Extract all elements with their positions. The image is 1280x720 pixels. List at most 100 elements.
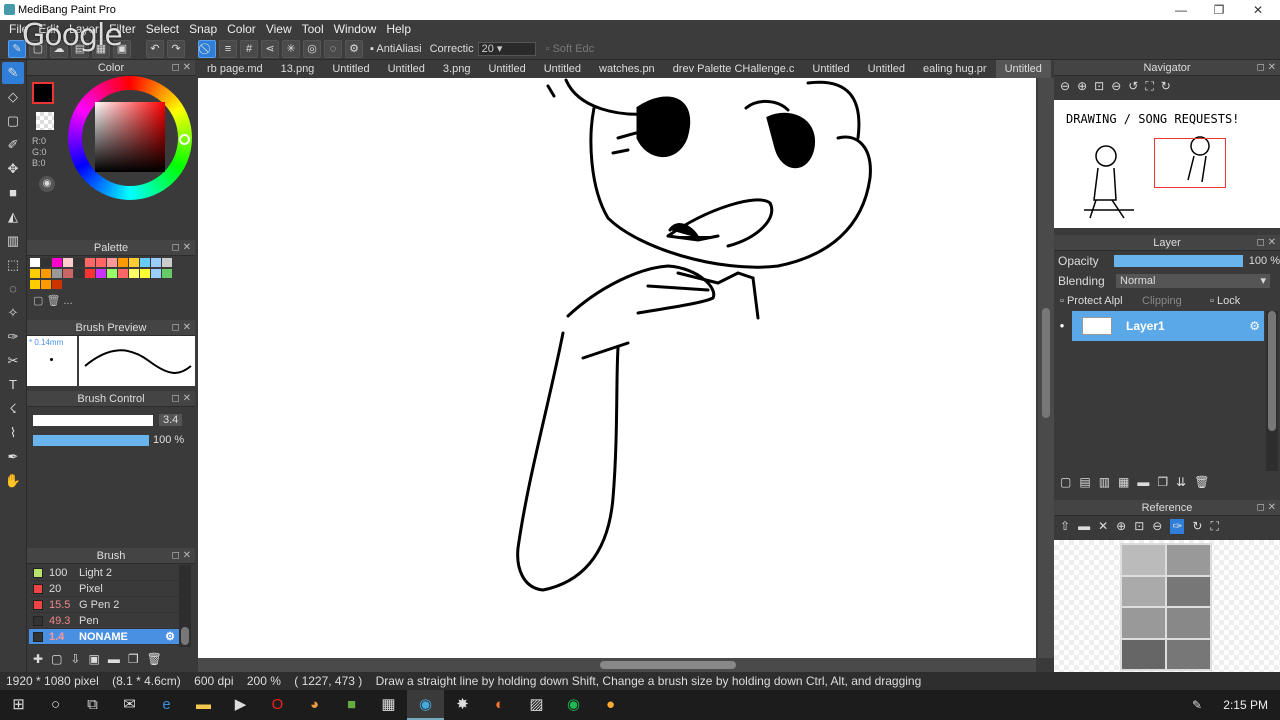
rotate-right-icon[interactable]: ↻ [1161,79,1171,94]
brush-opacity-value[interactable]: 100 % [153,434,184,446]
brush-item-pixel[interactable]: 20 Pixel [29,581,179,597]
calculator-icon[interactable]: ▦ [370,690,407,720]
tab-document[interactable]: rb page.md [198,60,272,78]
snap-grid-icon[interactable]: # [240,39,258,58]
text-tool-icon[interactable]: T [2,374,24,396]
soft-edge-checkbox[interactable]: ▫ Soft Edc [546,43,595,55]
opera-icon[interactable]: O [259,690,296,720]
tab-document-active[interactable]: Untitled [995,60,1051,78]
layer-list-scrollbar[interactable] [1266,311,1278,471]
saturation-square[interactable] [95,102,165,172]
navigator-viewport-box[interactable] [1154,138,1226,188]
minecraft-icon[interactable]: ■ [333,690,370,720]
menu-snap[interactable]: Snap [184,22,222,36]
tab-document[interactable]: Untitled [859,60,914,78]
drawing-canvas[interactable] [198,78,1036,658]
snap-parallel-icon[interactable]: ≡ [219,39,237,58]
secondary-color-swatch[interactable] [36,112,54,130]
tab-document[interactable]: 3.png [434,60,480,78]
brush-item-g-pen-2[interactable]: 15.5 G Pen 2 [29,597,179,613]
menu-help[interactable]: Help [381,22,416,36]
reference-zoom-in-icon[interactable]: ⊕ [1116,519,1126,534]
tab-document[interactable]: Untitled [535,60,590,78]
select-tool-icon[interactable]: ⬚ [2,254,24,276]
maximize-button[interactable]: ❐ [1199,0,1239,20]
canvas-horizontal-scrollbar[interactable] [198,658,1036,672]
panel-close-icon[interactable]: ◻ ✕ [172,391,191,407]
snap-curve-icon[interactable]: ◌ [324,39,342,58]
move-tool-icon[interactable]: ✥ [2,158,24,180]
brush-size-slider[interactable] [33,414,153,426]
reference-zoom-out-icon[interactable]: ⊖ [1152,519,1162,534]
brush-item-light-2[interactable]: 100 Light 2 [29,565,179,581]
copy-brush-icon[interactable]: ▢ [51,652,70,666]
fit-icon[interactable]: ⊡ [1094,79,1104,94]
panel-close-icon[interactable]: ◻ ✕ [172,240,191,256]
menu-view[interactable]: View [261,22,297,36]
snap-settings-icon[interactable]: ⚙ [345,39,363,58]
chrome-icon[interactable]: ◕ [296,690,333,720]
mail-icon[interactable]: ✉ [111,690,148,720]
snap-off-icon[interactable]: ⃠ [198,39,216,58]
snap-circle-icon[interactable]: ◎ [303,39,321,58]
correction-select[interactable]: 20 ▾ [477,41,536,56]
reference-fullscreen-icon[interactable]: ⛶ [1210,519,1218,534]
merge-down-icon[interactable]: ⇊ [1176,475,1194,489]
antialias-checkbox[interactable]: ▪ AntiAliasi [370,43,422,55]
horizontal-scroll-thumb[interactable] [600,661,736,669]
rotate-left-icon[interactable]: ↺ [1128,79,1138,94]
brush-size-value[interactable]: 3.4 [159,414,183,426]
fill-rect-tool-icon[interactable]: ■ [2,182,24,204]
brush-settings-icon[interactable]: ⚙ [165,630,175,643]
panel-close-icon[interactable]: ◻ ✕ [172,548,191,564]
brush-opacity-slider[interactable] [33,434,149,446]
close-button[interactable]: ✕ [1238,0,1278,20]
snap-radial-icon[interactable]: ✳ [282,39,300,58]
media-player-icon[interactable]: ▶ [222,690,259,720]
reference-eyedropper-icon[interactable]: ✑ [1170,519,1185,534]
new-layer-icon[interactable]: ▢ [1060,475,1079,489]
layer-folder-icon[interactable]: ▬ [1137,475,1157,489]
reference-folder-icon[interactable]: ▬ [1078,519,1090,534]
tab-document[interactable]: drev Palette CHallenge.c [664,60,804,78]
blending-select[interactable]: Normal ▾ [1116,274,1270,288]
panel-close-icon[interactable]: ◻ ✕ [1257,60,1276,76]
vertical-scroll-thumb[interactable] [1042,308,1050,418]
windows-start-icon[interactable]: ⊞ [0,690,37,720]
add-swatch-icon[interactable]: ▢ [33,295,43,307]
brush-import-icon[interactable]: ⇩ [70,652,88,666]
edge-browser-icon[interactable]: e [148,690,185,720]
navigator-preview[interactable]: DRAWING / SONG REQUESTS! [1054,100,1280,228]
snap-perspective-icon[interactable]: ⋖ [261,39,279,58]
eraser-tool-icon[interactable]: ◇ [2,86,24,108]
bucket-tool-icon[interactable]: ◭ [2,206,24,228]
brush-list-scrollbar[interactable] [179,565,191,647]
pen-tray-icon[interactable]: ✎ [1192,690,1202,720]
clipping-checkbox[interactable]: Clipping [1142,295,1210,307]
new-layer-1bit-icon[interactable]: ▥ [1099,475,1118,489]
app-icon-alt[interactable]: ✸ [444,690,481,720]
undo-icon[interactable]: ↶ [146,39,164,58]
brush-cloud-icon[interactable]: ▣ [88,652,107,666]
eyedropper-tool-icon[interactable]: ⌇ [2,422,24,444]
canvas-vertical-scrollbar[interactable] [1038,78,1054,658]
tab-document[interactable]: Untitled [323,60,378,78]
layer-opacity-slider[interactable] [1113,255,1243,267]
add-brush-icon[interactable]: ✚ [33,652,51,666]
palette-swatches[interactable] [30,258,180,290]
app-icon-orange[interactable]: ● [592,690,629,720]
duplicate-layer-icon[interactable]: ❐ [1157,475,1176,489]
tab-document[interactable]: ealing hug.pr [914,60,996,78]
firefox-icon[interactable]: ◐ [481,690,518,720]
layer-settings-icon[interactable]: ⚙ [1249,319,1260,333]
fullscreen-icon[interactable]: ⛶ [1145,79,1153,94]
panel-close-icon[interactable]: ◻ ✕ [172,60,191,76]
tab-document[interactable]: watches.pn [590,60,664,78]
brush-item-noname[interactable]: 1.4 NONAME ⚙ [29,629,179,645]
brush-tool-icon[interactable]: ✎ [2,62,24,84]
reference-image-area[interactable] [1054,540,1280,672]
magic-wand-tool-icon[interactable]: ✧ [2,302,24,324]
layer-item-selected[interactable]: Layer1 ⚙ [1072,311,1264,341]
app-icon-misc[interactable]: ▨ [518,690,555,720]
brush-item-pen[interactable]: 49.3 Pen [29,613,179,629]
